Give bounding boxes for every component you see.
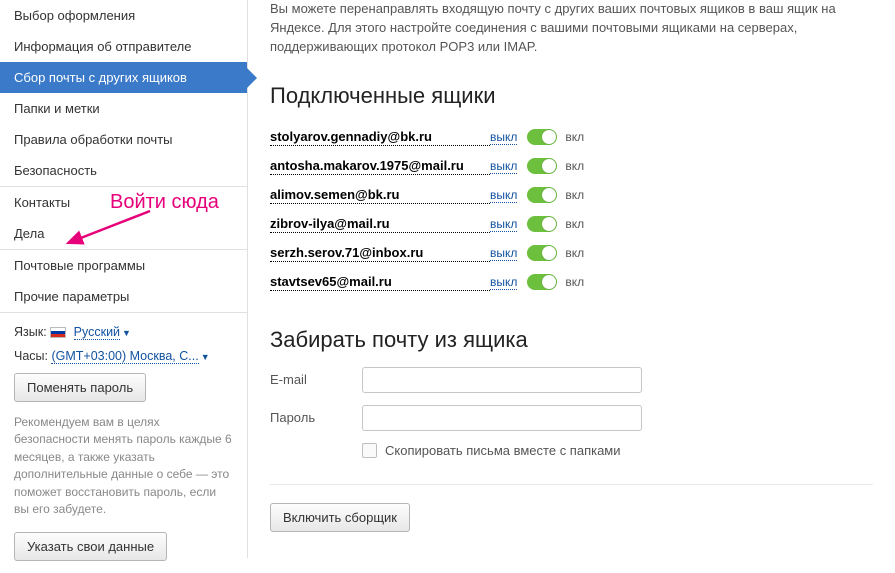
mailbox-row: stolyarov.gennadiy@bk.ru выкл вкл	[270, 123, 873, 152]
sidebar-item-mail-clients[interactable]: Почтовые программы	[0, 250, 247, 281]
mailbox-address[interactable]: alimov.semen@bk.ru	[270, 187, 490, 204]
toggle-on-label: вкл	[565, 159, 584, 173]
email-field[interactable]	[362, 367, 642, 393]
mailbox-toggle[interactable]	[527, 129, 557, 145]
sidebar-meta: Язык: Русский▼ Часы: (GMT+03:00) Москва,…	[0, 313, 247, 573]
toggle-on-label: вкл	[565, 188, 584, 202]
mailbox-toggle[interactable]	[527, 187, 557, 203]
sidebar-item-filter-rules[interactable]: Правила обработки почты	[0, 124, 247, 155]
mailbox-address[interactable]: stolyarov.gennadiy@bk.ru	[270, 129, 490, 146]
sidebar-item-design[interactable]: Выбор оформления	[0, 0, 247, 31]
mailbox-address[interactable]: stavtsev65@mail.ru	[270, 274, 490, 291]
settings-sidebar: Выбор оформления Информация об отправите…	[0, 0, 248, 558]
toggle-off-label[interactable]: выкл	[490, 217, 517, 232]
mailbox-row: alimov.semen@bk.ru выкл вкл	[270, 181, 873, 210]
toggle-on-label: вкл	[565, 130, 584, 144]
collect-from-title: Забирать почту из ящика	[270, 327, 873, 353]
sidebar-item-collect-mail[interactable]: Сбор почты с других ящиков	[0, 62, 247, 93]
copy-folders-label: Скопировать письма вместе с папками	[385, 443, 621, 458]
copy-folders-checkbox[interactable]	[362, 443, 377, 458]
mailbox-row: stavtsev65@mail.ru выкл вкл	[270, 268, 873, 297]
toggle-off-label[interactable]: выкл	[490, 275, 517, 290]
specify-data-button[interactable]: Указать свои данные	[14, 532, 167, 561]
sidebar-item-other-settings[interactable]: Прочие параметры	[0, 281, 247, 312]
mailbox-row: serzh.serov.71@inbox.ru выкл вкл	[270, 239, 873, 268]
mailbox-address[interactable]: zibrov-ilya@mail.ru	[270, 216, 490, 233]
toggle-off-label[interactable]: выкл	[490, 159, 517, 174]
connected-mailboxes-title: Подключенные ящики	[270, 83, 873, 109]
mailbox-toggle[interactable]	[527, 245, 557, 261]
sidebar-item-contacts[interactable]: Контакты	[0, 187, 247, 218]
connected-mailboxes-list: stolyarov.gennadiy@bk.ru выкл вкл antosh…	[270, 123, 873, 297]
toggle-off-label[interactable]: выкл	[490, 246, 517, 261]
sidebar-item-todos[interactable]: Дела	[0, 218, 247, 249]
email-label: E-mail	[270, 372, 362, 387]
toggle-off-label[interactable]: выкл	[490, 130, 517, 145]
mailbox-address[interactable]: serzh.serov.71@inbox.ru	[270, 245, 490, 262]
toggle-on-label: вкл	[565, 275, 584, 289]
mailbox-toggle[interactable]	[527, 158, 557, 174]
intro-text: Вы можете перенаправлять входящую почту …	[270, 0, 873, 57]
change-password-button[interactable]: Поменять пароль	[14, 373, 146, 402]
flag-russia-icon	[50, 327, 66, 338]
mailbox-row: antosha.makarov.1975@mail.ru выкл вкл	[270, 152, 873, 181]
timezone-label: Часы:	[14, 349, 48, 363]
enable-collector-button[interactable]: Включить сборщик	[270, 503, 410, 532]
mailbox-row: zibrov-ilya@mail.ru выкл вкл	[270, 210, 873, 239]
toggle-on-label: вкл	[565, 217, 584, 231]
chevron-down-icon: ▼	[122, 328, 131, 338]
chevron-down-icon: ▼	[201, 352, 210, 362]
password-field[interactable]	[362, 405, 642, 431]
mailbox-toggle[interactable]	[527, 274, 557, 290]
language-select[interactable]: Русский	[74, 325, 120, 340]
password-label: Пароль	[270, 410, 362, 425]
timezone-select[interactable]: (GMT+03:00) Москва, С...	[51, 349, 198, 364]
language-label: Язык:	[14, 325, 47, 339]
sidebar-item-folders-labels[interactable]: Папки и метки	[0, 93, 247, 124]
mailbox-address[interactable]: antosha.makarov.1975@mail.ru	[270, 158, 490, 175]
toggle-off-label[interactable]: выкл	[490, 188, 517, 203]
sidebar-item-sender-info[interactable]: Информация об отправителе	[0, 31, 247, 62]
password-hint-text: Рекомендуем вам в целях безопасности мен…	[14, 414, 233, 518]
sidebar-item-security[interactable]: Безопасность	[0, 155, 247, 186]
toggle-on-label: вкл	[565, 246, 584, 260]
main-content: Вы можете перенаправлять входящую почту …	[248, 0, 895, 558]
mailbox-toggle[interactable]	[527, 216, 557, 232]
